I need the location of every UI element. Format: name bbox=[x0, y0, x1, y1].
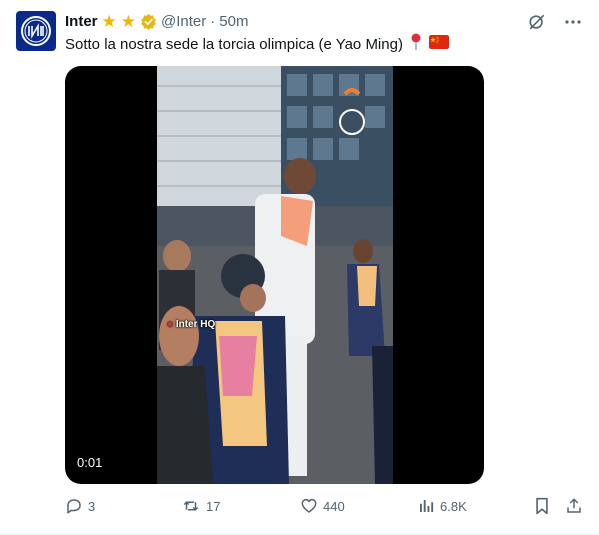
post-top-actions bbox=[527, 12, 583, 32]
avatar[interactable] bbox=[16, 11, 56, 51]
post-text: Sotto la nostra sede la torcia olimpica … bbox=[65, 36, 403, 53]
china-flag-icon bbox=[428, 35, 449, 55]
reply-button[interactable]: 3 bbox=[65, 497, 95, 515]
video-timestamp: 0:01 bbox=[77, 455, 103, 470]
repost-button[interactable]: 17 bbox=[181, 497, 220, 515]
separator-dot: · bbox=[210, 12, 216, 30]
verified-badge-icon[interactable] bbox=[140, 13, 157, 30]
post-header: Inter ★ ★ @Inter · 50m bbox=[65, 11, 248, 31]
view-count: 6.8K bbox=[440, 498, 467, 514]
share-icon bbox=[567, 498, 581, 513]
video-scene-image bbox=[157, 66, 393, 484]
views-button[interactable]: 6.8K bbox=[417, 497, 467, 515]
repost-count: 17 bbox=[206, 498, 221, 514]
grok-icon[interactable] bbox=[527, 12, 547, 32]
star-icon: ★ bbox=[120, 11, 137, 31]
post-text-row: Sotto la nostra sede la torcia olimpica … bbox=[65, 33, 449, 57]
video-frame bbox=[157, 66, 393, 484]
views-icon bbox=[420, 500, 434, 512]
post-actions: 3 17 440 6.8K bbox=[65, 497, 583, 517]
location-sticker: ● Inter HQ bbox=[167, 319, 215, 330]
like-count: 440 bbox=[323, 498, 345, 514]
star-icon: ★ bbox=[101, 11, 117, 31]
author-name[interactable]: Inter bbox=[65, 13, 98, 30]
repost-icon bbox=[183, 501, 199, 511]
post-time[interactable]: 50m bbox=[219, 13, 248, 30]
reply-count: 3 bbox=[88, 498, 96, 514]
heart-icon bbox=[301, 498, 317, 513]
pin-icon: ● bbox=[167, 319, 174, 330]
post[interactable]: Inter ★ ★ @Inter · 50m Sotto la nostra s… bbox=[0, 0, 599, 535]
location-sticker-text: Inter HQ bbox=[175, 319, 216, 330]
bookmark-button[interactable] bbox=[534, 497, 550, 515]
more-icon[interactable] bbox=[563, 12, 583, 32]
inter-logo-icon bbox=[21, 16, 51, 46]
like-button[interactable]: 440 bbox=[300, 497, 345, 515]
author-handle[interactable]: @Inter bbox=[161, 13, 206, 30]
round-pushpin-icon bbox=[409, 33, 423, 57]
video-player[interactable]: ● Inter HQ 0:01 bbox=[65, 66, 484, 484]
reply-icon bbox=[67, 499, 81, 514]
bookmark-icon bbox=[536, 497, 548, 515]
share-button[interactable] bbox=[565, 497, 583, 515]
